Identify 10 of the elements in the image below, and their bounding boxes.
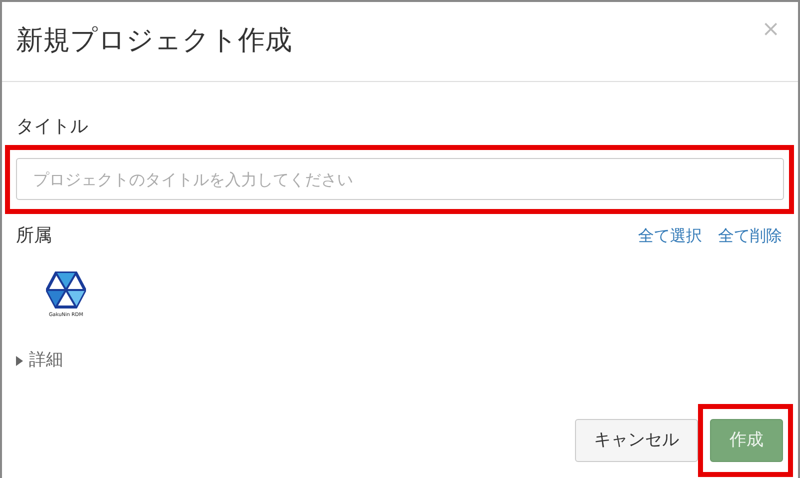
- link[interactable]: 全て選択: [638, 224, 702, 248]
- section-label: 所属: [16, 224, 52, 248]
- caret-right-icon: [16, 356, 23, 366]
- field-label: タイトル: [16, 118, 89, 136]
- dialog-title: 新規プロジェクト作成: [16, 24, 292, 58]
- create-button[interactable]: 作成: [710, 419, 783, 462]
- cancel-button[interactable]: キャンセル: [575, 419, 698, 462]
- title-input[interactable]: プロジェクトのタイトルを入力してください: [16, 158, 784, 200]
- link[interactable]: 全て削除: [718, 224, 782, 248]
- details-toggle[interactable]: 詳細: [16, 348, 784, 374]
